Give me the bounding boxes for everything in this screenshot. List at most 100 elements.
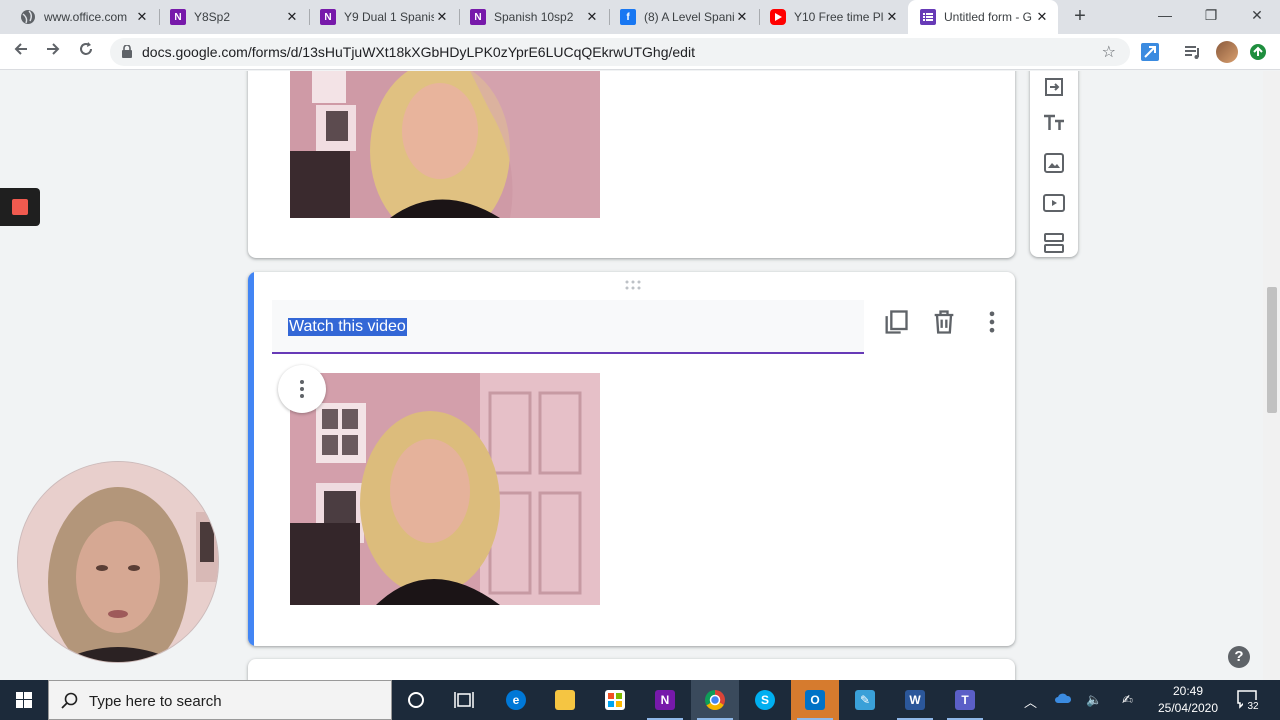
delete-trash-icon[interactable] [930,308,958,336]
chrome-app[interactable] [691,680,739,720]
page-scrollbar[interactable] [1263,71,1280,680]
profile-avatar[interactable] [1216,41,1238,63]
arrow-left-icon [14,43,27,55]
close-icon[interactable]: ✕ [884,9,900,25]
add-section-icon[interactable] [1042,231,1066,255]
minimize-button[interactable]: — [1142,0,1188,34]
volume-speaker-icon[interactable]: 🔈 [1086,692,1102,708]
window-close-button[interactable]: ✕ [1234,0,1280,34]
taskbar-clock[interactable]: 20:49 25/04/2020 [1148,683,1228,717]
browser-tab-office[interactable]: www.office.com ✕ [8,0,158,34]
reload-icon [80,42,92,55]
close-icon[interactable]: ✕ [284,9,300,25]
cortana-button[interactable] [392,680,440,720]
chrome-icon [705,690,725,710]
image-title-input[interactable]: Watch this video [272,300,864,354]
edge-app[interactable]: e [492,680,540,720]
import-questions-icon[interactable] [1042,75,1066,99]
store-app[interactable] [591,680,639,720]
close-icon[interactable]: ✕ [434,9,450,25]
bookmark-star-icon[interactable]: ☆ [1102,42,1116,62]
whiteboard-app[interactable]: ✎ [841,680,889,720]
store-bag-icon [605,690,625,710]
webcam-still-photo [290,373,600,605]
browser-toolbar: docs.google.com/forms/d/13sHuTjuWXt18kXG… [0,34,1280,70]
image-title-text: Watch this video [288,318,407,336]
windows-taskbar: Type here to search e N S O ✎ W T ︿ 🔈 ✍ … [0,680,1280,720]
media-queue-icon[interactable] [1183,42,1203,62]
browser-tab-untitled-form[interactable]: Untitled form - G ✕ [908,0,1058,34]
add-image-icon[interactable] [1042,151,1066,175]
word-app[interactable]: W [891,680,939,720]
form-image-previous[interactable] [290,71,600,218]
add-video-icon[interactable] [1042,191,1066,215]
clock-time: 20:49 [1172,684,1204,698]
onedrive-cloud-icon[interactable] [1054,692,1072,707]
search-placeholder: Type here to search [89,693,222,710]
scrollbar-thumb[interactable] [1267,287,1277,413]
pen-workspace-icon[interactable]: ✍ [1122,692,1133,708]
tab-title: (8) A Level Spanish [644,10,734,24]
tab-title: Y9 Dual 1 Spanish [344,10,434,24]
tab-title: Spanish 10sp2 [494,10,574,24]
cortana-circle-icon [408,692,424,708]
teams-app[interactable]: T [941,680,989,720]
onenote-icon: N [470,9,486,25]
browser-tab-y9-dual[interactable]: N Y9 Dual 1 Spanish ✕ [308,0,458,34]
facebook-icon: f [620,9,636,25]
browser-tab-y10-free-time[interactable]: Y10 Free time Pla ✕ [758,0,908,34]
task-view-icon [454,692,474,708]
outlook-app[interactable]: O [791,680,839,720]
onenote-app[interactable]: N [641,680,689,720]
add-title-description-icon[interactable] [1042,111,1066,135]
browser-tab-y8sp2[interactable]: N Y8Sp2 ✕ [158,0,308,34]
form-item-card-next[interactable] [248,659,1015,680]
teams-icon: T [955,690,975,710]
close-icon[interactable]: ✕ [584,9,600,25]
start-button[interactable] [0,680,48,720]
google-forms-icon [920,9,936,25]
url-text: docs.google.com/forms/d/13sHuTjuWXt18kXG… [142,44,695,60]
arrow-right-icon [47,43,60,55]
reload-button[interactable] [74,40,98,64]
browser-tab-strip: www.office.com ✕ N Y8Sp2 ✕ N Y9 Dual 1 S… [0,0,1280,34]
tab-title: Y10 Free time Pla [794,10,884,24]
skype-app[interactable]: S [741,680,789,720]
back-button[interactable] [9,40,33,64]
close-icon[interactable]: ✕ [734,9,750,25]
more-options-icon[interactable] [978,308,1006,336]
update-available-icon[interactable] [1250,44,1266,60]
clock-date: 25/04/2020 [1157,701,1219,715]
browser-tab-spanish-10sp2[interactable]: N Spanish 10sp2 ✕ [458,0,608,34]
duplicate-icon[interactable] [882,308,910,336]
forward-button[interactable] [41,40,65,64]
onenote-icon: N [655,690,675,710]
close-icon[interactable]: ✕ [1034,9,1050,25]
restore-button[interactable]: ❐ [1188,0,1234,34]
stop-recording-button[interactable] [0,188,40,226]
extension-arrow-icon[interactable] [1140,42,1160,62]
edge-icon: e [506,690,526,710]
new-tab-button[interactable]: + [1068,4,1092,28]
form-item-card-active[interactable]: Watch this video [248,272,1015,646]
form-image-active[interactable] [290,373,600,605]
drag-handle-icon[interactable] [625,280,641,290]
more-options-icon [300,380,304,398]
address-bar[interactable]: docs.google.com/forms/d/13sHuTjuWXt18kXG… [110,38,1130,66]
taskbar-search-box[interactable]: Type here to search [48,680,392,720]
image-options-button[interactable] [278,365,326,413]
tab-title: Y8Sp2 [194,10,231,24]
task-view-button[interactable] [440,680,488,720]
browser-tab-a-level-spanish[interactable]: f (8) A Level Spanish ✕ [608,0,758,34]
show-hidden-icons-chevron-icon[interactable]: ︿ [1024,692,1037,711]
search-icon [61,692,78,709]
form-item-card-previous[interactable] [248,71,1015,258]
skype-icon: S [755,690,775,710]
whiteboard-pen-icon: ✎ [855,690,875,710]
webcam-feed-image [18,462,218,662]
close-icon[interactable]: ✕ [134,9,150,25]
lock-icon [122,45,132,58]
help-button[interactable]: ? [1228,646,1250,668]
file-explorer-app[interactable] [541,680,589,720]
webcam-overlay [18,462,218,662]
